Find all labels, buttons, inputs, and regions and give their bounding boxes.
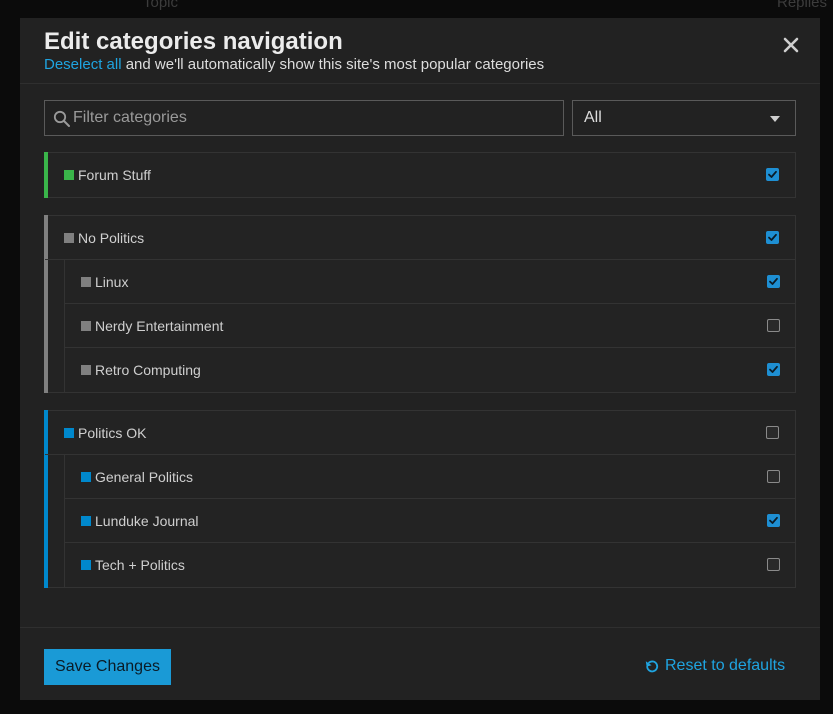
category-checkbox[interactable] — [767, 470, 780, 483]
category-label: General Politics — [95, 469, 194, 485]
category-checkbox[interactable] — [767, 514, 780, 527]
modal-footer: Save Changes Reset to defaults — [20, 627, 820, 700]
subcategory-row: Lunduke Journal — [64, 499, 795, 543]
background-topic-header: Topic — [143, 0, 179, 11]
filter-categories-input[interactable] — [73, 101, 558, 135]
subcategory-row: Linux — [64, 260, 795, 304]
category-row: Forum Stuff — [45, 153, 795, 197]
category-row: Politics OK — [45, 411, 795, 455]
close-icon — [783, 37, 799, 53]
category-checkbox[interactable] — [767, 558, 780, 571]
modal-header: Edit categories navigation Deselect all … — [20, 18, 820, 84]
subcategory-row: Retro Computing — [64, 348, 795, 392]
checkmark-icon — [769, 277, 778, 285]
category-checkbox[interactable] — [767, 363, 780, 376]
checkmark-icon — [769, 516, 778, 524]
category-group: No Politics Linux Nerdy Entertainment Retro… — [44, 215, 796, 393]
background-replies-header: Replies — [777, 0, 828, 11]
category-checkbox[interactable] — [766, 168, 779, 181]
category-group: Forum Stuff — [44, 152, 796, 198]
category-color-badge — [81, 472, 91, 482]
category-group: Politics OK General Politics Lunduke Journ… — [44, 410, 796, 588]
category-color-badge — [81, 277, 91, 287]
category-label: No Politics — [78, 230, 145, 246]
reset-label: Reset to defaults — [665, 657, 786, 674]
background-topic-list-header: Topic Replies — [0, 0, 833, 14]
category-checkbox[interactable] — [766, 426, 779, 439]
category-row: No Politics — [45, 216, 795, 260]
search-icon — [53, 110, 70, 127]
category-color-badge — [81, 516, 91, 526]
category-color-badge — [64, 170, 74, 180]
subtitle-text: and we'll automatically show this site's… — [121, 56, 545, 73]
category-color-badge — [64, 428, 74, 438]
category-color-badge — [81, 321, 91, 331]
category-label: Lunduke Journal — [95, 513, 199, 529]
edit-categories-modal: Edit categories navigation Deselect all … — [20, 18, 820, 700]
category-color-badge — [81, 365, 91, 375]
checkmark-icon — [768, 233, 777, 241]
category-label: Tech + Politics — [95, 557, 185, 573]
save-changes-button[interactable]: Save Changes — [44, 649, 171, 685]
subcategory-row: Tech + Politics — [64, 543, 795, 587]
deselect-all-link[interactable]: Deselect all — [44, 56, 122, 73]
checkmark-icon — [769, 365, 778, 373]
select-value: All — [584, 109, 602, 126]
modal-subtitle: Deselect all and we'll automatically sho… — [44, 56, 544, 73]
checkmark-icon — [768, 170, 777, 178]
category-label: Politics OK — [78, 425, 147, 441]
category-label: Retro Computing — [95, 362, 201, 378]
category-filter-select[interactable]: All — [572, 100, 796, 136]
filter-categories-field[interactable] — [44, 100, 564, 136]
category-label: Forum Stuff — [78, 167, 151, 183]
subcategory-row: General Politics — [64, 455, 795, 499]
close-button[interactable] — [780, 34, 802, 56]
category-checkbox[interactable] — [766, 231, 779, 244]
modal-title: Edit categories navigation — [44, 28, 343, 55]
subcategory-row: Nerdy Entertainment — [64, 304, 795, 348]
category-color-badge — [81, 560, 91, 570]
category-color-badge — [64, 233, 74, 243]
undo-icon — [645, 660, 659, 673]
caret-down-icon — [770, 116, 780, 122]
category-label: Nerdy Entertainment — [95, 318, 224, 334]
category-label: Linux — [95, 274, 129, 290]
category-checkbox[interactable] — [767, 275, 780, 288]
category-checkbox[interactable] — [767, 319, 780, 332]
